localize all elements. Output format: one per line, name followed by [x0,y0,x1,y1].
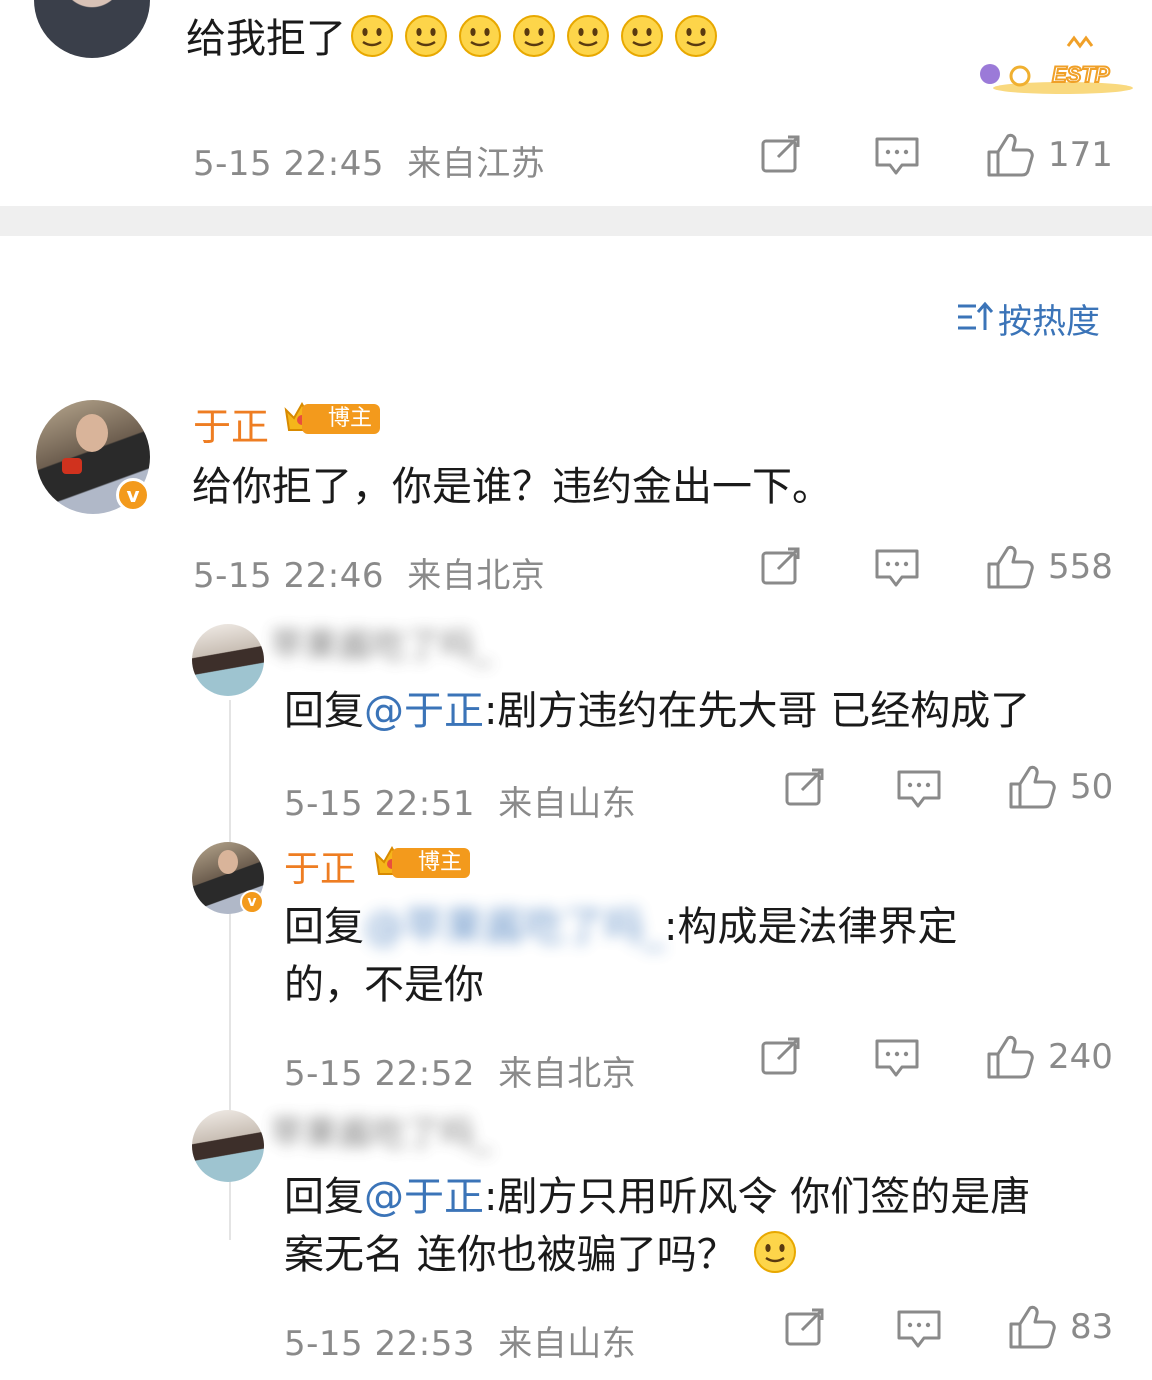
reply-text-line2: 案无名 连你也被骗了吗？ [284,1226,807,1284]
comment-button[interactable] [874,135,920,177]
username[interactable]: 于正 [284,840,356,892]
username[interactable]: 苹果酱吃了吗_ [270,618,491,667]
smile-emoji-icon [458,14,502,58]
comment-icon [896,1308,942,1350]
comment-button[interactable] [874,1037,920,1079]
reply-body: :构成是法律界定 [664,904,958,950]
reply-body: 案无名 连你也被骗了吗？ [284,1232,737,1278]
repost-icon [784,1308,828,1348]
comment-location: 来自北京 [407,556,546,596]
like-count: 240 [1048,1037,1113,1077]
smile-emoji-icon [674,14,718,58]
like-count: 50 [1070,767,1114,807]
username[interactable]: 于正 [193,396,269,451]
reply-location: 来自北京 [498,1054,637,1094]
reply-location: 来自山东 [498,1324,637,1364]
thumbs-up-icon [986,132,1034,178]
section-divider [0,206,1152,236]
comment-icon [874,547,920,589]
like-button[interactable]: 240 [986,1034,1113,1080]
blogger-badge: 博主 [372,844,471,882]
like-button[interactable]: 558 [986,544,1113,590]
sort-label: 按热度 [998,302,1100,342]
thumbs-up-icon [986,544,1034,590]
reply-prefix: 回复 [284,1174,364,1220]
reply-location: 来自山东 [498,784,637,824]
avatar[interactable] [192,624,264,696]
reply-prefix: 回复 [284,688,364,734]
estp-sticker: ESTP [968,32,1138,98]
avatar[interactable] [192,1110,264,1182]
like-button[interactable]: 50 [1008,764,1113,810]
comment-time: 5-15 22:45 [193,144,384,184]
verified-icon: v [116,478,150,512]
like-count: 558 [1048,547,1113,587]
repost-icon [784,768,828,808]
sort-icon [956,300,994,338]
thumbs-up-icon [986,1034,1034,1080]
smile-emoji-icon [566,14,610,58]
reply-time: 5-15 22:51 [284,784,475,824]
reply-text: 回复@于正:剧方只用听风令 你们签的是唐 [284,1168,1030,1226]
comment-button[interactable] [896,1308,942,1350]
sticker-text: ESTP [1052,62,1110,87]
badge-label: 博主 [302,404,381,434]
repost-button[interactable] [784,768,828,808]
reply-body: :剧方只用听风令 你们签的是唐 [484,1174,1031,1220]
like-count: 171 [1048,135,1113,175]
comment-text-body: 给我拒了 [186,16,346,62]
comment-meta: 5-15 22:45 来自江苏 [193,136,545,185]
comment-location: 来自江苏 [407,144,546,184]
reply-meta: 5-15 22:51 来自山东 [284,776,636,825]
like-button[interactable]: 83 [1008,1304,1113,1350]
username[interactable]: 苹果酱吃了吗_ [270,1106,491,1155]
reply-meta: 5-15 22:52 来自北京 [284,1046,636,1095]
repost-icon [760,1037,804,1077]
reply-body: :剧方违约在先大哥 已经构成了 [484,688,1031,734]
emoji-row [350,14,728,62]
reply-text: 回复@苹果酱吃了吗_:构成是法律界定 [284,898,957,956]
verified-icon: v [240,890,264,914]
comment-icon [874,1037,920,1079]
repost-icon [760,547,804,587]
mention-link[interactable]: @苹果酱吃了吗_ [364,904,664,950]
reply-meta: 5-15 22:53 来自山东 [284,1316,636,1365]
reply-text-line2: 的，不是你 [284,962,484,1008]
comment-time: 5-15 22:46 [193,556,384,596]
smile-emoji-icon [350,14,394,58]
repost-button[interactable] [760,1037,804,1077]
mention-link[interactable]: @于正 [364,688,484,734]
repost-button[interactable] [784,1308,828,1348]
thumbs-up-icon [1008,1304,1056,1350]
smile-emoji-icon [512,14,556,58]
like-button[interactable]: 171 [986,132,1113,178]
reply-time: 5-15 22:53 [284,1324,475,1364]
comment-icon [874,135,920,177]
repost-button[interactable] [760,135,804,175]
smile-emoji-icon [620,14,664,58]
thumbs-up-icon [1008,764,1056,810]
smile-emoji-icon [404,14,448,58]
reply-time: 5-15 22:52 [284,1054,475,1094]
badge-label: 博主 [392,848,471,878]
avatar[interactable] [34,0,150,58]
reply-text: 回复@于正:剧方违约在先大哥 已经构成了 [284,682,1030,740]
comment-text: 给你拒了，你是谁？违约金出一下。 [192,464,832,510]
comment-button[interactable] [896,768,942,810]
repost-button[interactable] [760,547,804,587]
comment-icon [896,768,942,810]
comment-text: 给我拒了 [186,10,728,68]
comment-meta: 5-15 22:46 来自北京 [193,548,545,597]
smile-emoji-icon [753,1230,797,1274]
blogger-badge: 博主 [282,400,381,438]
like-count: 83 [1070,1307,1114,1347]
mention-link[interactable]: @于正 [364,1174,484,1220]
comment-button[interactable] [874,547,920,589]
reply-prefix: 回复 [284,904,364,950]
repost-icon [760,135,804,175]
sort-toggle[interactable]: 按热度 [956,294,1100,343]
